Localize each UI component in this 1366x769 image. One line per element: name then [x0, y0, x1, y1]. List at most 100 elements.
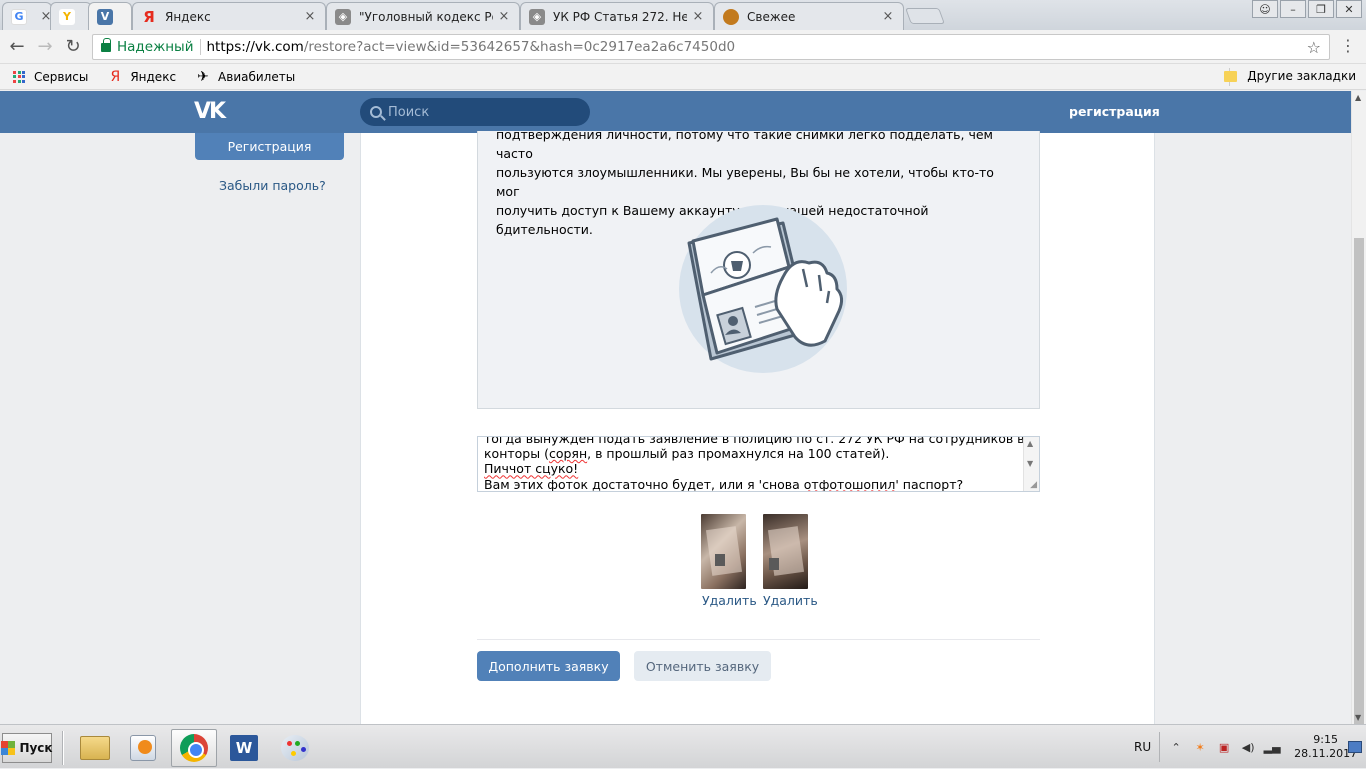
message-fragment: , в прошлый раз промахнулся на 100 стате…: [587, 446, 890, 462]
start-button[interactable]: Пуск: [1, 733, 53, 763]
delete-attachment-link[interactable]: Удалить: [763, 593, 818, 608]
search-placeholder: Поиск: [388, 104, 430, 120]
supplement-request-button[interactable]: Дополнить заявку: [477, 651, 620, 681]
back-button[interactable]: ←: [6, 36, 28, 58]
tab-title: УК РФ Статья 272. Непра: [553, 9, 687, 24]
taskbar-paint[interactable]: [272, 729, 318, 767]
restore-button[interactable]: ❐: [1308, 0, 1334, 18]
tab-yandex-browser[interactable]: Y: [50, 2, 92, 30]
bookmark-yandex[interactable]: Я Яндекс: [108, 68, 177, 85]
show-desktop-button[interactable]: [1348, 741, 1362, 753]
close-icon[interactable]: ×: [497, 9, 511, 24]
scrollbar-thumb[interactable]: [1354, 238, 1364, 743]
passport-photo: [769, 558, 779, 570]
passport-page: [705, 526, 743, 576]
message-text: тогда вынужден подать заявление в полици…: [484, 436, 1040, 492]
forward-button[interactable]: →: [34, 36, 56, 58]
resize-handle[interactable]: ◢: [1030, 480, 1037, 490]
scroll-up-icon[interactable]: ▲: [1027, 439, 1033, 448]
bookmark-flights[interactable]: ✈ Авиабилеты: [196, 69, 296, 85]
attachment-photo[interactable]: [701, 514, 746, 589]
cancel-request-button[interactable]: Отменить заявку: [634, 651, 771, 681]
divider: [477, 639, 1040, 640]
window-controls: ☺ – ❐ ✕: [1252, 0, 1362, 18]
message-textarea[interactable]: тогда вынужден подать заявление в полици…: [477, 436, 1040, 492]
tab-article-272[interactable]: ◈ УК РФ Статья 272. Непра ×: [520, 2, 714, 30]
bookmark-label: Яндекс: [130, 69, 177, 84]
start-label: Пуск: [19, 741, 53, 755]
tab-vk[interactable]: V: [88, 2, 132, 30]
taskbar-word[interactable]: W: [221, 729, 267, 767]
taskbar-explorer[interactable]: [72, 729, 118, 767]
message-line: Пиччот сцуко!: [484, 461, 579, 477]
network-warning-icon[interactable]: ▣: [1216, 739, 1232, 755]
user-icon[interactable]: ☺: [1252, 0, 1278, 18]
bookmark-services[interactable]: Сервисы: [12, 70, 88, 84]
message-fragment: Вам этих фоток достаточно будет, или я '…: [484, 476, 804, 492]
message-line: тогда вынужден подать заявление в полици…: [484, 436, 1040, 446]
minimize-button[interactable]: –: [1280, 0, 1306, 18]
spellcheck-word: сорян: [548, 446, 588, 462]
avast-icon[interactable]: ✶: [1192, 739, 1208, 755]
tab-yandex[interactable]: Я Яндекс ×: [132, 2, 326, 30]
tab-criminal-code[interactable]: ◈ "Уголовный кодекс Росси ×: [326, 2, 520, 30]
word-icon: W: [230, 735, 258, 761]
menu-icon[interactable]: ⋮: [1340, 38, 1356, 54]
close-icon[interactable]: ×: [303, 9, 317, 24]
google-icon: G: [11, 8, 27, 25]
address-bar[interactable]: Надежный https://vk.com/restore?act=view…: [92, 34, 1330, 60]
forgot-password-link[interactable]: Забыли пароль?: [219, 178, 326, 193]
taskbar-chrome[interactable]: [171, 729, 217, 767]
volume-icon[interactable]: ◀): [1240, 739, 1256, 755]
close-icon[interactable]: ×: [881, 9, 895, 24]
spellcheck-word: отфотошопил: [803, 476, 896, 492]
url-path: /restore?act=view&id=53642657&hash=0c291…: [303, 39, 736, 55]
tab-title: "Уголовный кодекс Росси: [359, 9, 493, 24]
apps-grid-icon: [12, 70, 26, 84]
taskbar-media-player[interactable]: [120, 729, 166, 767]
info-line: пользуются злоумышленники. Мы уверены, В…: [496, 165, 994, 199]
info-box: подтверждения личности, потому что такие…: [477, 127, 1040, 409]
pikabu-icon: [723, 8, 739, 25]
new-tab-button[interactable]: [905, 8, 945, 24]
other-bookmarks-label: Другие закладки: [1247, 69, 1356, 83]
other-bookmarks[interactable]: Другие закладки: [1224, 69, 1356, 83]
folder-icon: [80, 736, 110, 760]
document-icon: ◈: [335, 8, 351, 25]
search-input[interactable]: Поиск: [360, 98, 590, 126]
secure-label: Надежный: [117, 39, 194, 55]
document-icon: ◈: [529, 8, 545, 25]
yandex-icon: Я: [143, 7, 155, 26]
close-icon[interactable]: ×: [691, 9, 705, 24]
vk-logo[interactable]: VK: [194, 99, 226, 124]
info-line: подтверждения личности, потому что такие…: [496, 127, 993, 161]
delete-attachment-link[interactable]: Удалить: [702, 593, 757, 608]
register-button[interactable]: Регистрация: [195, 133, 344, 160]
close-window-button[interactable]: ✕: [1336, 0, 1362, 18]
scroll-down-icon[interactable]: ▼: [1027, 459, 1033, 468]
tab-strip: G × Y V Я Яндекс × ◈ "Уголовный кодекс Р…: [0, 0, 1366, 30]
divider: [62, 731, 64, 765]
language-indicator[interactable]: RU: [1134, 740, 1151, 754]
attachment-photo[interactable]: [763, 514, 808, 589]
tab-pikabu[interactable]: Свежее ×: [714, 2, 904, 30]
passport-photo: [715, 554, 725, 566]
divider: [1159, 732, 1161, 762]
page-scrollbar[interactable]: ▲ ▼: [1351, 91, 1366, 743]
scroll-up-icon[interactable]: ▲: [1355, 93, 1361, 102]
tab-google[interactable]: G ×: [2, 2, 52, 30]
paint-icon: [281, 735, 309, 761]
header-register-link[interactable]: регистрация: [1069, 104, 1160, 119]
yandex-icon: Я: [110, 68, 121, 85]
windows-logo-icon: [1, 741, 16, 755]
reload-button[interactable]: ↻: [62, 36, 84, 58]
search-icon: [370, 106, 382, 118]
bookmark-label: Авиабилеты: [218, 69, 296, 84]
signal-icon[interactable]: ▂▄: [1264, 739, 1281, 755]
scroll-down-icon[interactable]: ▼: [1355, 713, 1361, 722]
chrome-icon: [180, 734, 208, 762]
star-icon[interactable]: ☆: [1307, 38, 1321, 57]
chevron-up-icon[interactable]: ⌃: [1168, 739, 1184, 755]
left-sidebar: Регистрация Забыли пароль?: [0, 133, 360, 724]
vk-icon: V: [97, 8, 113, 25]
